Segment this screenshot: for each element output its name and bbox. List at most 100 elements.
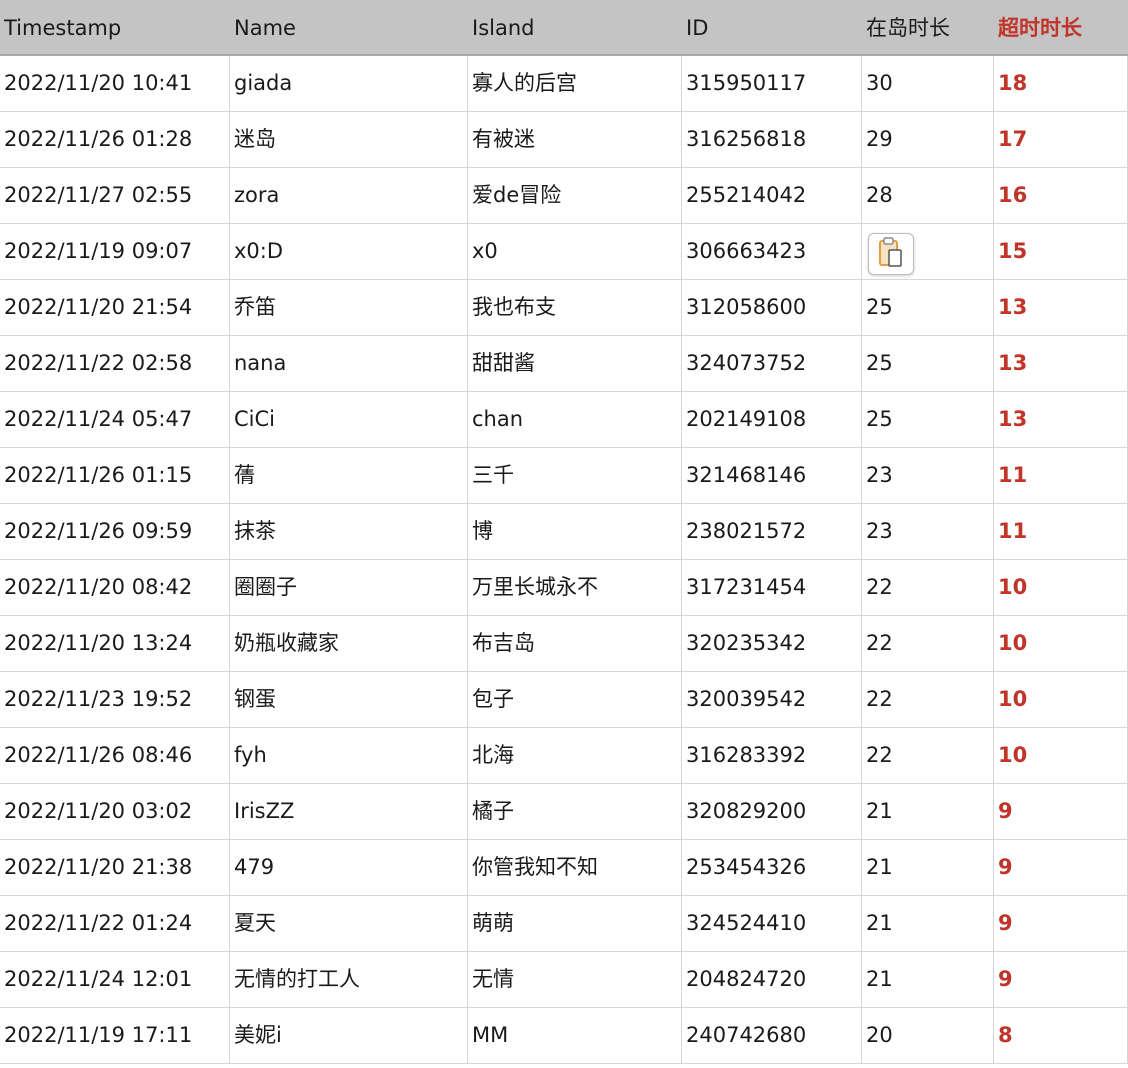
cell-name[interactable]: 479: [230, 840, 468, 895]
cell-island[interactable]: 我也布支: [468, 280, 682, 335]
cell-timestamp[interactable]: 2022/11/24 05:47: [0, 392, 230, 447]
cell-overtime-duration[interactable]: 10: [994, 728, 1128, 783]
cell-name[interactable]: 乔笛: [230, 280, 468, 335]
cell-island-duration[interactable]: 22: [862, 560, 994, 615]
cell-name[interactable]: CiCi: [230, 392, 468, 447]
cell-id[interactable]: 324524410: [682, 896, 862, 951]
cell-timestamp[interactable]: 2022/11/22 02:58: [0, 336, 230, 391]
cell-name[interactable]: 无情的打工人: [230, 952, 468, 1007]
cell-overtime-duration[interactable]: 16: [994, 168, 1128, 223]
cell-overtime-duration[interactable]: 13: [994, 392, 1128, 447]
cell-timestamp[interactable]: 2022/11/26 01:15: [0, 448, 230, 503]
cell-id[interactable]: 240742680: [682, 1008, 862, 1063]
cell-timestamp[interactable]: 2022/11/22 01:24: [0, 896, 230, 951]
cell-name[interactable]: zora: [230, 168, 468, 223]
cell-overtime-duration[interactable]: 8: [994, 1008, 1128, 1063]
cell-island[interactable]: 北海: [468, 728, 682, 783]
cell-name[interactable]: 蒨: [230, 448, 468, 503]
cell-island[interactable]: 爱de冒险: [468, 168, 682, 223]
cell-overtime-duration[interactable]: 9: [994, 840, 1128, 895]
cell-name[interactable]: IrisZZ: [230, 784, 468, 839]
cell-overtime-duration[interactable]: 13: [994, 336, 1128, 391]
column-header-island-duration[interactable]: 在岛时长: [862, 0, 994, 56]
cell-island[interactable]: 橘子: [468, 784, 682, 839]
cell-name[interactable]: fyh: [230, 728, 468, 783]
cell-overtime-duration[interactable]: 11: [994, 504, 1128, 559]
cell-timestamp[interactable]: 2022/11/27 02:55: [0, 168, 230, 223]
cell-overtime-duration[interactable]: 9: [994, 896, 1128, 951]
cell-id[interactable]: 320235342: [682, 616, 862, 671]
cell-overtime-duration[interactable]: 11: [994, 448, 1128, 503]
cell-overtime-duration[interactable]: 9: [994, 784, 1128, 839]
cell-island[interactable]: 博: [468, 504, 682, 559]
cell-island[interactable]: 万里长城永不: [468, 560, 682, 615]
cell-timestamp[interactable]: 2022/11/20 13:24: [0, 616, 230, 671]
cell-island-duration[interactable]: 20: [862, 1008, 994, 1063]
cell-island-duration[interactable]: 21: [862, 952, 994, 1007]
cell-id[interactable]: 316283392: [682, 728, 862, 783]
cell-timestamp[interactable]: 2022/11/20 03:02: [0, 784, 230, 839]
cell-timestamp[interactable]: 2022/11/20 21:38: [0, 840, 230, 895]
cell-island-duration[interactable]: 21: [862, 784, 994, 839]
cell-island-duration[interactable]: 23: [862, 448, 994, 503]
cell-island[interactable]: 三千: [468, 448, 682, 503]
cell-island-duration[interactable]: 23: [862, 504, 994, 559]
cell-timestamp[interactable]: 2022/11/20 08:42: [0, 560, 230, 615]
cell-id[interactable]: 317231454: [682, 560, 862, 615]
cell-island-duration[interactable]: 22: [862, 616, 994, 671]
cell-name[interactable]: 抹茶: [230, 504, 468, 559]
cell-name[interactable]: 钢蛋: [230, 672, 468, 727]
cell-island-duration[interactable]: 28: [862, 168, 994, 223]
cell-island[interactable]: x0: [468, 224, 682, 279]
column-header-overtime-duration[interactable]: 超时时长: [994, 0, 1128, 56]
cell-island[interactable]: 无情: [468, 952, 682, 1007]
cell-timestamp[interactable]: 2022/11/23 19:52: [0, 672, 230, 727]
cell-timestamp[interactable]: 2022/11/20 21:54: [0, 280, 230, 335]
cell-name[interactable]: 圈圈子: [230, 560, 468, 615]
cell-island[interactable]: 你管我知不知: [468, 840, 682, 895]
cell-id[interactable]: 312058600: [682, 280, 862, 335]
cell-island[interactable]: 寡人的后宫: [468, 56, 682, 111]
cell-id[interactable]: 202149108: [682, 392, 862, 447]
cell-overtime-duration[interactable]: 18: [994, 56, 1128, 111]
cell-island[interactable]: 布吉岛: [468, 616, 682, 671]
column-header-name[interactable]: Name: [230, 0, 468, 56]
cell-island[interactable]: 萌萌: [468, 896, 682, 951]
cell-overtime-duration[interactable]: 9: [994, 952, 1128, 1007]
cell-name[interactable]: nana: [230, 336, 468, 391]
cell-timestamp[interactable]: 2022/11/26 01:28: [0, 112, 230, 167]
cell-island-duration[interactable]: 25: [862, 336, 994, 391]
cell-overtime-duration[interactable]: 10: [994, 560, 1128, 615]
cell-name[interactable]: 美妮i: [230, 1008, 468, 1063]
cell-id[interactable]: 321468146: [682, 448, 862, 503]
cell-island[interactable]: chan: [468, 392, 682, 447]
cell-island[interactable]: 甜甜酱: [468, 336, 682, 391]
cell-overtime-duration[interactable]: 15: [994, 224, 1128, 279]
cell-island-duration[interactable]: 22: [862, 728, 994, 783]
cell-island-duration[interactable]: 25: [862, 392, 994, 447]
cell-name[interactable]: 奶瓶收藏家: [230, 616, 468, 671]
cell-island[interactable]: 包子: [468, 672, 682, 727]
cell-timestamp[interactable]: 2022/11/24 12:01: [0, 952, 230, 1007]
cell-id[interactable]: 306663423: [682, 224, 862, 279]
cell-island[interactable]: 有被迷: [468, 112, 682, 167]
cell-island-duration[interactable]: 22: [862, 672, 994, 727]
cell-overtime-duration[interactable]: 13: [994, 280, 1128, 335]
cell-name[interactable]: 夏天: [230, 896, 468, 951]
cell-id[interactable]: 316256818: [682, 112, 862, 167]
cell-name[interactable]: x0:D: [230, 224, 468, 279]
cell-id[interactable]: 320039542: [682, 672, 862, 727]
cell-overtime-duration[interactable]: 10: [994, 616, 1128, 671]
cell-id[interactable]: 253454326: [682, 840, 862, 895]
cell-island-duration[interactable]: 29: [862, 112, 994, 167]
cell-id[interactable]: 204824720: [682, 952, 862, 1007]
column-header-island[interactable]: Island: [468, 0, 682, 56]
cell-id[interactable]: 238021572: [682, 504, 862, 559]
cell-name[interactable]: giada: [230, 56, 468, 111]
cell-id[interactable]: 315950117: [682, 56, 862, 111]
paste-options-button[interactable]: [868, 233, 914, 275]
cell-island-duration[interactable]: 25: [862, 280, 994, 335]
cell-timestamp[interactable]: 2022/11/20 10:41: [0, 56, 230, 111]
cell-overtime-duration[interactable]: 17: [994, 112, 1128, 167]
cell-island-duration[interactable]: 30: [862, 56, 994, 111]
